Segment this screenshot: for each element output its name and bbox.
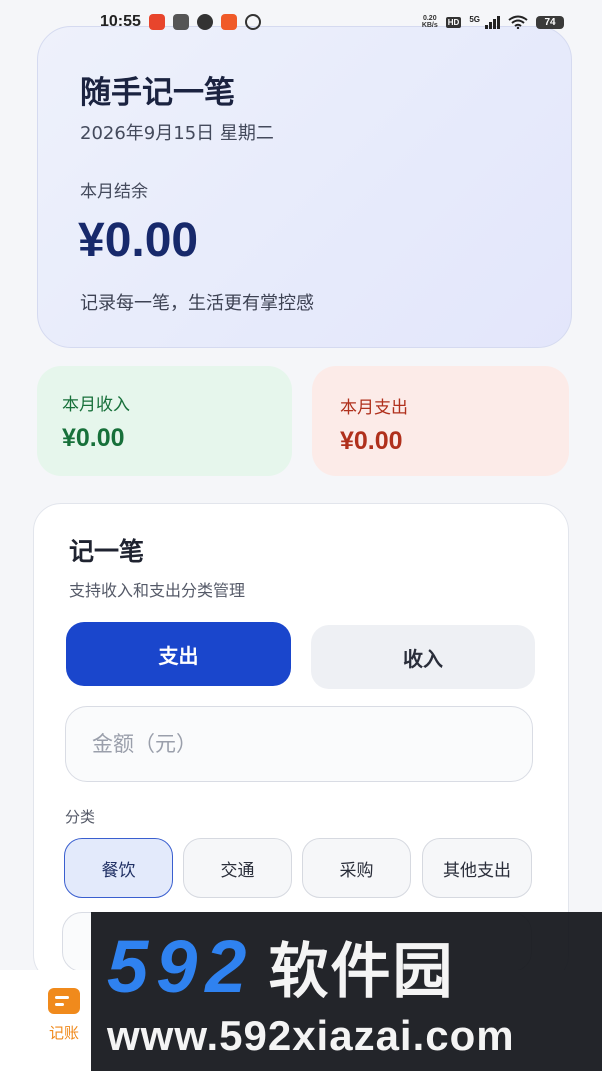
category-label: 分类: [65, 808, 96, 826]
expense-type-button[interactable]: 支出: [66, 622, 291, 686]
record-title: 记一笔: [69, 537, 145, 566]
expense-label: 本月支出: [340, 398, 408, 418]
monthly-expense-card: 本月支出 ¥0.00: [312, 366, 569, 476]
notification-app-icon: [244, 14, 261, 30]
amount-input[interactable]: [65, 706, 533, 782]
notification-app-icon: [148, 14, 165, 30]
notification-app-icon: [220, 14, 237, 30]
category-chip-transport[interactable]: 交通: [183, 838, 292, 898]
network-speed: 0.20 KB/s: [422, 15, 438, 29]
signal-icon: [485, 15, 500, 29]
watermark-url: www.592xiazai.com: [107, 1012, 515, 1059]
watermark-overlay: 592 软件园 www.592xiazai.com: [91, 912, 602, 1071]
monthly-income-card: 本月收入 ¥0.00: [37, 366, 292, 476]
notification-app-icon: [196, 14, 213, 30]
hero-slogan: 记录每一笔，生活更有掌控感: [80, 293, 314, 314]
watermark-name: 软件园: [268, 937, 455, 1007]
status-time: 10:55: [100, 13, 141, 30]
watermark-brand: 592 软件园: [107, 923, 602, 1010]
status-right: 0.20 KB/s HD 5G 74: [422, 15, 564, 29]
income-label: 本月收入: [62, 395, 130, 415]
watermark-digits: 592: [107, 925, 255, 1008]
balance-value: ¥0.00: [78, 214, 199, 267]
status-left: 10:55: [100, 13, 261, 31]
network-type: 5G: [469, 15, 480, 24]
battery-icon: 74: [536, 15, 564, 29]
expense-value: ¥0.00: [340, 427, 403, 455]
current-date: 2026年9月15日 星期二: [80, 123, 274, 144]
balance-label: 本月结余: [80, 182, 148, 202]
wifi-icon: [508, 15, 528, 29]
network-speed-value: 0.20: [422, 15, 437, 22]
hd-badge: HD: [445, 16, 462, 28]
network-speed-unit: KB/s: [421, 22, 438, 29]
record-subtitle: 支持收入和支出分类管理: [69, 581, 246, 600]
status-bar: 10:55 0.20 KB/s HD 5G 74: [0, 0, 602, 44]
balance-hero-card: 随手记一笔 2026年9月15日 星期二 本月结余 ¥0.00 记录每一笔，生活…: [37, 26, 572, 348]
income-type-button[interactable]: 收入: [311, 625, 535, 689]
income-value: ¥0.00: [62, 424, 125, 452]
category-chip-dining[interactable]: 餐饮: [64, 838, 173, 898]
ledger-icon: [48, 988, 80, 1014]
nav-item-ledger[interactable]: 记账: [48, 988, 80, 1043]
nav-item-label: 记账: [48, 1024, 79, 1042]
page-title: 随手记一笔: [80, 75, 235, 111]
record-entry-card: 记一笔 支持收入和支出分类管理 支出 收入 分类 餐饮 交通 采购 其他支出: [33, 503, 569, 983]
category-chip-other-expense[interactable]: 其他支出: [422, 838, 532, 898]
category-chip-shopping[interactable]: 采购: [302, 838, 411, 898]
notification-app-icon: [172, 14, 189, 30]
